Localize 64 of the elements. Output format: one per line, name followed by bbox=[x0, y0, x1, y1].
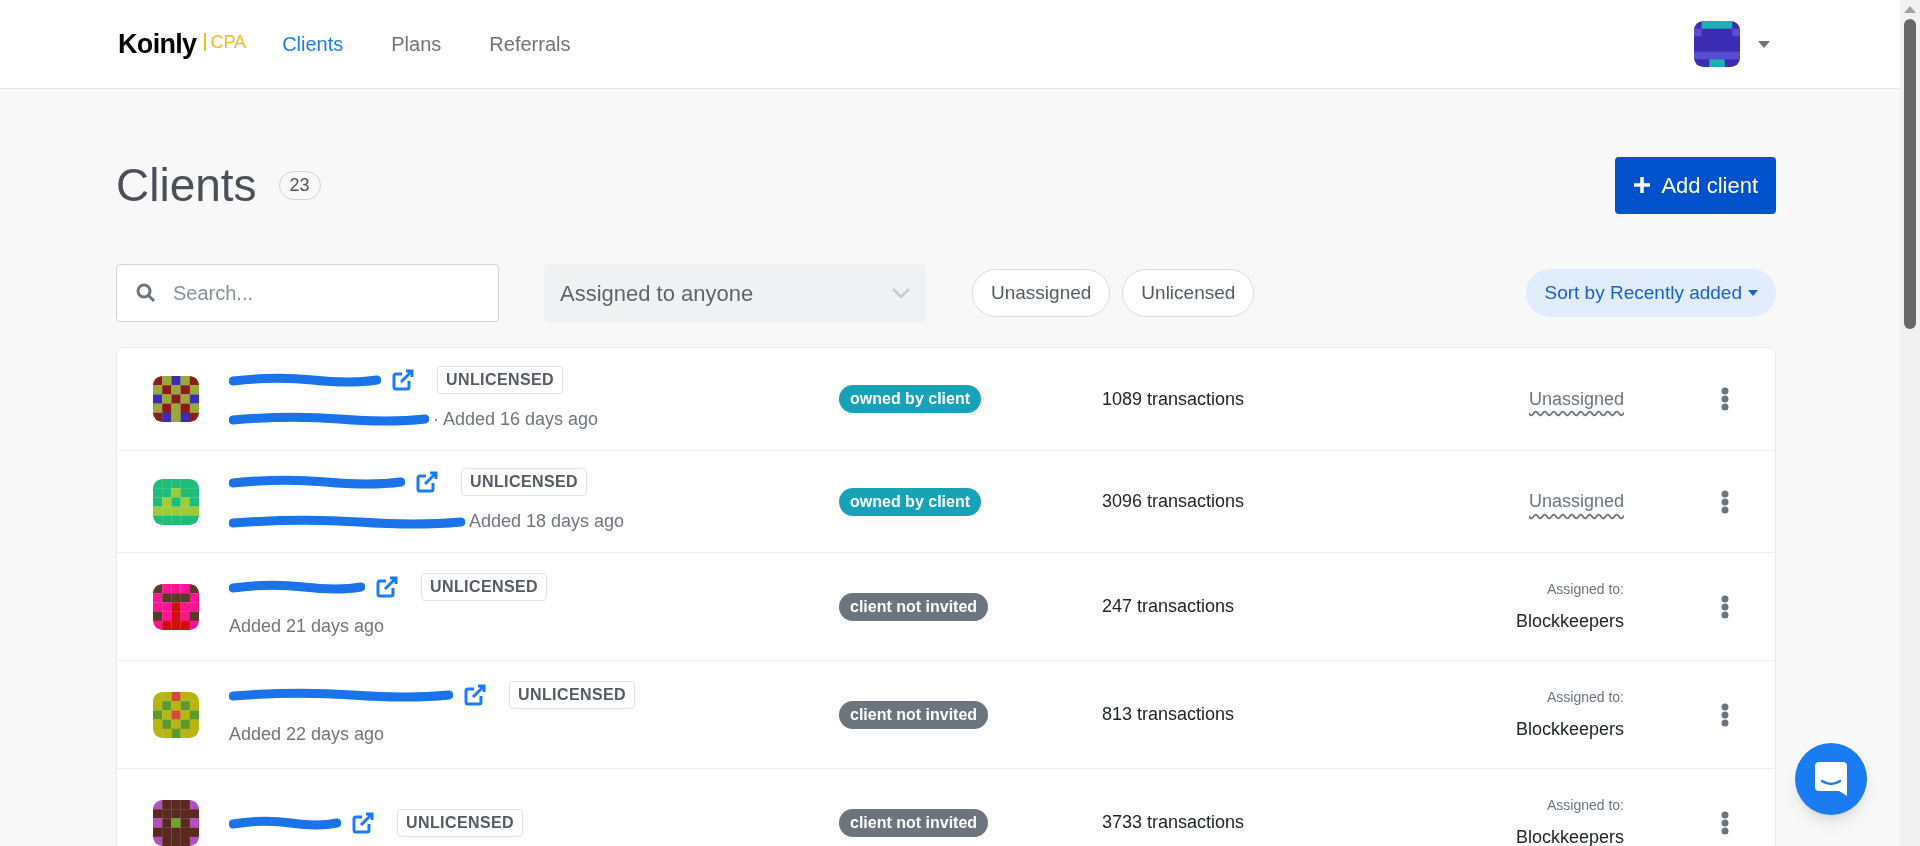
added-date: Added 22 days ago bbox=[229, 723, 385, 746]
page-title: Clients bbox=[116, 157, 257, 213]
license-badge: UNLICENSED bbox=[509, 681, 635, 709]
added-date: Added 18 days ago bbox=[469, 510, 625, 533]
assigned-label: Assigned to: bbox=[1546, 687, 1624, 707]
assigned-label: Assigned to: bbox=[1546, 795, 1624, 815]
chat-button[interactable] bbox=[1795, 743, 1867, 815]
avatar-icon bbox=[153, 583, 199, 630]
scrollbar-thumb[interactable] bbox=[1904, 19, 1916, 329]
external-link-icon[interactable] bbox=[375, 575, 399, 599]
filter-chip[interactable]: Unassigned bbox=[972, 269, 1111, 317]
sort-button[interactable]: Sort by Recently added bbox=[1526, 269, 1776, 317]
assignee-select[interactable]: Assigned to anyone bbox=[544, 264, 926, 322]
assignee-name: Blockkeepers bbox=[1515, 825, 1624, 846]
assignee-name: Blockkeepers bbox=[1515, 717, 1624, 741]
license-badge: UNLICENSED bbox=[461, 468, 587, 496]
chat-icon bbox=[1815, 762, 1847, 796]
avatar-icon bbox=[153, 799, 199, 846]
status-pill: client not invited bbox=[839, 700, 989, 729]
nav-link[interactable]: Referrals bbox=[489, 29, 571, 59]
more-options-icon[interactable] bbox=[1720, 594, 1729, 619]
plus-icon bbox=[1633, 176, 1652, 194]
logo[interactable]: Koinly bbox=[118, 23, 197, 65]
nav-link[interactable]: Clients bbox=[282, 29, 344, 59]
license-badge: UNLICENSED bbox=[421, 573, 547, 601]
status-pill: owned by client bbox=[839, 385, 981, 413]
transaction-count: 3096 transactions bbox=[1102, 491, 1245, 511]
search-icon bbox=[136, 283, 156, 303]
transaction-count: 247 transactions bbox=[1102, 596, 1235, 616]
caret-icon bbox=[1748, 290, 1758, 296]
assigned-label: Assigned to: bbox=[1546, 579, 1624, 599]
status-pill: client not invited bbox=[839, 592, 989, 621]
external-link-icon[interactable] bbox=[463, 683, 487, 707]
external-link-icon[interactable] bbox=[415, 470, 439, 494]
more-options-icon[interactable] bbox=[1720, 810, 1729, 835]
avatar-icon bbox=[153, 691, 199, 738]
assignee-link[interactable]: Unassigned bbox=[1528, 488, 1624, 515]
added-date: Added 21 days ago bbox=[229, 615, 385, 638]
transaction-count: 3733 transactions bbox=[1102, 812, 1245, 832]
external-link-icon[interactable] bbox=[351, 810, 375, 835]
filter-chip[interactable]: Unlicensed bbox=[1122, 269, 1255, 317]
status-pill: owned by client bbox=[839, 487, 981, 516]
more-options-icon[interactable] bbox=[1720, 489, 1729, 514]
avatar-icon bbox=[153, 478, 199, 525]
logo-suffix: CPA bbox=[204, 33, 247, 51]
search-field[interactable]: Search... bbox=[116, 264, 499, 322]
external-link-icon[interactable] bbox=[391, 367, 415, 392]
add-client-button[interactable]: Add client bbox=[1615, 156, 1776, 214]
chevron-down-icon bbox=[892, 288, 910, 298]
more-options-icon[interactable] bbox=[1720, 702, 1729, 727]
license-badge: UNLICENSED bbox=[437, 365, 563, 394]
status-pill: client not invited bbox=[839, 808, 989, 837]
assignee-link[interactable]: Unassigned bbox=[1528, 385, 1624, 413]
scroll-up-icon[interactable] bbox=[1904, 6, 1916, 13]
dropdown-caret-icon[interactable] bbox=[1758, 40, 1770, 48]
transaction-count: 1089 transactions bbox=[1102, 388, 1245, 409]
assignee-name: Blockkeepers bbox=[1515, 609, 1624, 633]
avatar-icon bbox=[153, 376, 199, 422]
added-date: · Added 16 days ago bbox=[433, 407, 599, 431]
nav-link[interactable]: Plans bbox=[391, 29, 442, 59]
transaction-count: 813 transactions bbox=[1102, 704, 1235, 724]
user-avatar-icon[interactable] bbox=[1694, 21, 1740, 67]
more-options-icon[interactable] bbox=[1720, 387, 1729, 411]
license-badge: UNLICENSED bbox=[397, 808, 523, 837]
